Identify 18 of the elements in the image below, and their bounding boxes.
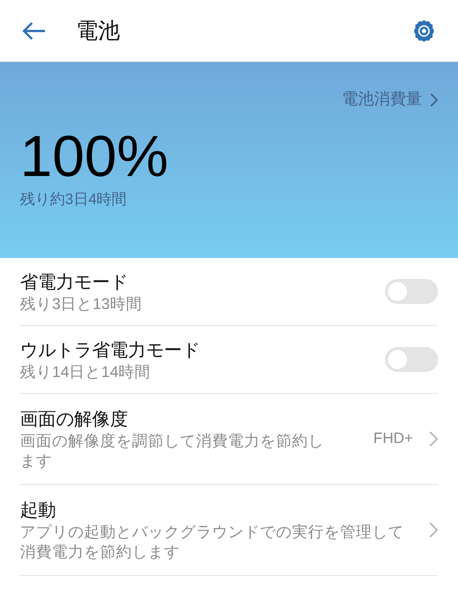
battery-percent: 100% [20, 126, 168, 188]
screen-title: 電池 [76, 17, 120, 45]
chevron-icon [430, 93, 438, 107]
toggle-switch[interactable] [385, 347, 438, 372]
toggle-switch[interactable] [385, 279, 438, 304]
setting-description: 画面の解像度を調節して消費電力を節約します [20, 432, 325, 472]
usage-link[interactable]: 電池消費量 [342, 88, 438, 112]
setting-description: 残り14日と14時間 [20, 362, 152, 382]
setting-value: FHD+ [373, 428, 413, 449]
setting-title: 画面の解像度 [20, 408, 129, 431]
setting-title: 起動 [20, 499, 57, 522]
chevron-icon [429, 431, 438, 447]
setting-description: アプリの起動とバックグラウンドでの実行を管理して消費電力を節約します [20, 523, 405, 563]
setting-description: 残り3日と13時間 [20, 294, 143, 314]
chevron-icon [429, 522, 438, 538]
setting-title: 省電力モード [20, 270, 129, 294]
remaining-time: 残り約3日4時間 [20, 191, 127, 208]
setting-title: ウルトラ省電力モード [20, 338, 201, 362]
